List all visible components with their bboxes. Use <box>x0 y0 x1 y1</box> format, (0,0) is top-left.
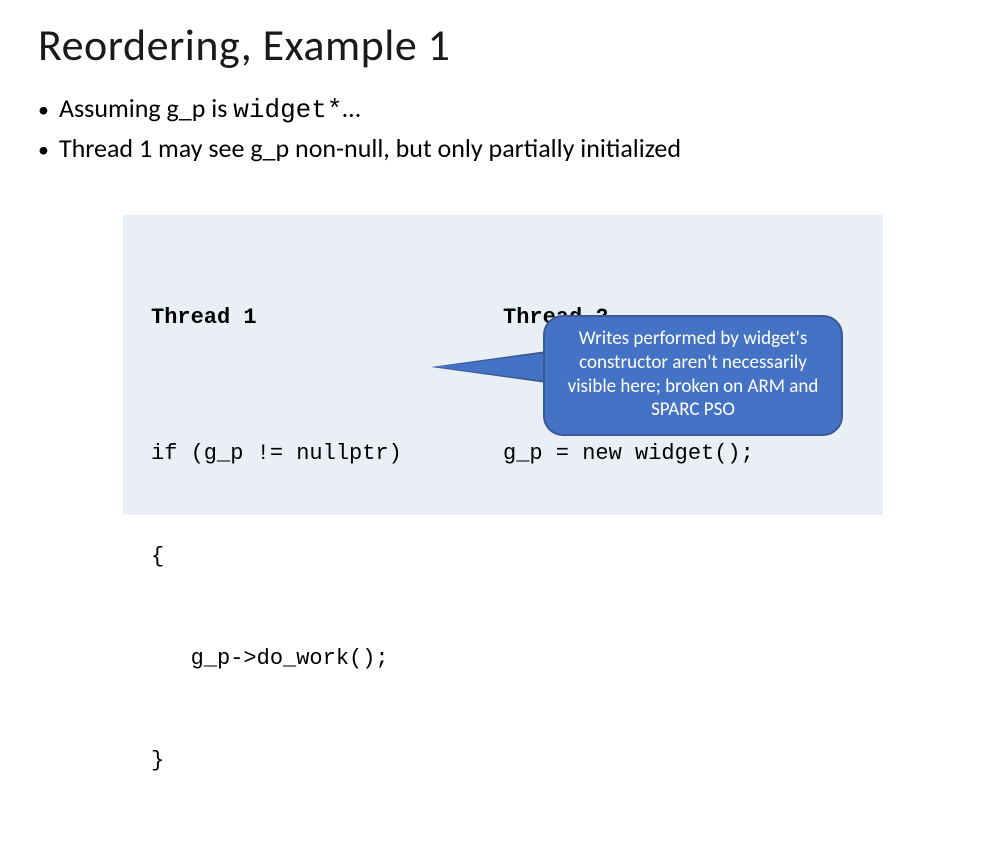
slide-title: Reordering, Example 1 <box>0 0 1006 72</box>
bullet-text-prefix: Assuming g_p is <box>59 92 233 124</box>
bullet-item: • Thread 1 may see g_p non-null, but onl… <box>38 130 1006 168</box>
code-line: if (g_p != nullptr) <box>151 437 503 471</box>
code-line: } <box>151 744 503 778</box>
code-column-thread1: Thread 1 if (g_p != nullptr) { g_p->do_w… <box>151 233 503 847</box>
code-line: g_p = new widget(); <box>503 437 855 471</box>
bullet-dot-icon: • <box>38 133 49 166</box>
bullet-dot-icon: • <box>38 93 49 126</box>
bullet-text: Thread 1 may see g_p non-null, but only … <box>59 130 681 168</box>
bullet-text-suffix: … <box>342 92 360 124</box>
code-line: g_p->do_work(); <box>151 642 503 676</box>
thread1-header: Thread 1 <box>151 301 503 335</box>
code-line: { <box>151 540 503 574</box>
thread2-header: Thread 2 <box>503 301 855 335</box>
bullet-text-prefix: Thread 1 may see g_p non-null, but only … <box>59 132 681 164</box>
code-block: Thread 1 if (g_p != nullptr) { g_p->do_w… <box>123 215 883 515</box>
bullet-item: • Assuming g_p is widget*… <box>38 90 1006 128</box>
bullet-text-mono: widget* <box>233 95 342 125</box>
code-column-thread2: Thread 2 g_p = new widget(); <box>503 233 855 847</box>
bullet-list: • Assuming g_p is widget*… • Thread 1 ma… <box>0 72 1006 169</box>
bullet-text: Assuming g_p is widget*… <box>59 90 360 128</box>
